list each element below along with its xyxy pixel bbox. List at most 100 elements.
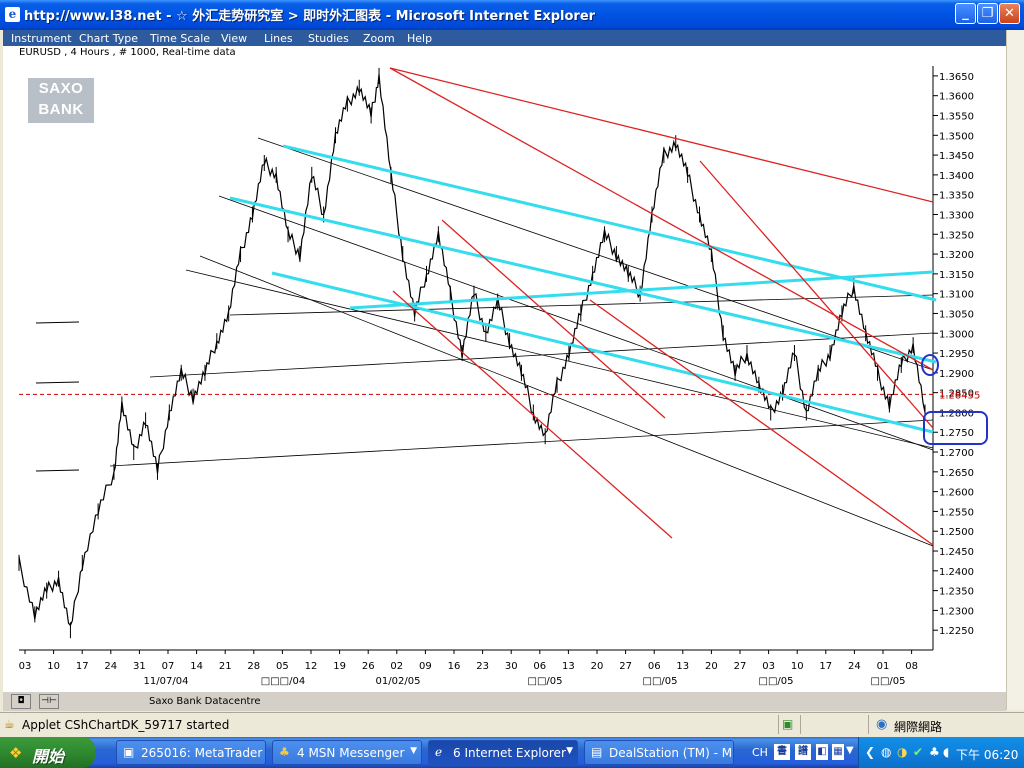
speaker-icon[interactable]: ◖: [943, 745, 949, 759]
y-tick-label: 1.3600: [939, 92, 974, 103]
footer-label: Saxo Bank Datacentre: [149, 696, 261, 707]
red-trend-line: [699, 160, 934, 429]
ime-punct-icon[interactable]: ▦: [832, 744, 844, 760]
msn-icon: ♣: [279, 745, 290, 759]
x-tick-label: 13: [562, 661, 575, 672]
red-trend-line: [441, 219, 666, 419]
x-tick-label: 19: [333, 661, 346, 672]
y-tick-label: 1.3050: [939, 309, 974, 320]
x-tick-label: 09: [419, 661, 432, 672]
task-msn-messenger[interactable]: ♣ 4 MSN Messenger ▼: [272, 740, 422, 765]
x-tick-label: 03: [19, 661, 32, 672]
cyan-channel-line: [271, 271, 934, 434]
y-tick-label: 1.2800: [939, 408, 974, 419]
cyan-channel-line: [349, 270, 934, 310]
y-tick-label: 1.2550: [939, 507, 974, 518]
footer-button-1[interactable]: ◘: [11, 694, 31, 709]
x-tick-label: 27: [619, 661, 632, 672]
start-button[interactable]: ❖ 開始: [0, 737, 95, 768]
x-tick-label: 23: [476, 661, 489, 672]
trend-line: [109, 419, 934, 467]
y-tick-label: 1.3500: [939, 131, 974, 142]
y-tick-label: 1.3400: [939, 171, 974, 182]
reference-line: [35, 321, 80, 324]
y-tick-label: 1.2500: [939, 527, 974, 538]
network-icon[interactable]: ◍: [881, 745, 891, 759]
x-tick-label: 16: [448, 661, 461, 672]
price-series: [18, 74, 926, 627]
y-tick-label: 1.3000: [939, 329, 974, 340]
x-month-label: 11/07/04: [144, 676, 189, 687]
x-tick-label: 05: [276, 661, 289, 672]
cyan-channel-line: [229, 196, 937, 364]
y-tick-label: 1.2300: [939, 606, 974, 617]
x-tick-label: 10: [791, 661, 804, 672]
status-divider: [800, 715, 801, 734]
task-internet-explorer[interactable]: ℯ 6 Internet Explorer ▼: [428, 740, 578, 765]
status-divider: [778, 715, 779, 734]
y-tick-label: 1.3250: [939, 230, 974, 241]
y-tick-label: 1.2650: [939, 468, 974, 479]
x-tick-label: 06: [648, 661, 661, 672]
x-month-label: □□/05: [528, 676, 563, 687]
x-tick-label: 08: [905, 661, 918, 672]
shield-icon[interactable]: ✔: [913, 745, 923, 759]
y-tick-label: 1.3450: [939, 151, 974, 162]
messenger-tray-icon[interactable]: ♣: [929, 745, 940, 759]
x-month-label: □□/05: [759, 676, 794, 687]
task-metatrader[interactable]: ▣ 265016: MetaTrader - ...: [116, 740, 266, 765]
task-label: 265016: MetaTrader - ...: [141, 746, 265, 760]
security-zone: 網際網路: [894, 720, 943, 734]
x-month-label: 01/02/05: [376, 676, 421, 687]
trend-line: [218, 195, 934, 451]
y-tick-label: 1.3200: [939, 250, 974, 261]
status-text: Applet CShChartDK_59717 started: [22, 718, 230, 732]
chevron-down-icon[interactable]: ▼: [846, 745, 854, 756]
status-bar: ☕ Applet CShChartDK_59717 started ▣ ◉ 網際…: [0, 712, 1024, 736]
y-tick-label: 1.2400: [939, 567, 974, 578]
ime-mode-icon[interactable]: 譜: [795, 744, 811, 760]
x-tick-label: 17: [76, 661, 89, 672]
trend-line: [149, 332, 934, 378]
x-tick-label: 20: [591, 661, 604, 672]
volume-icon[interactable]: ◑: [897, 745, 907, 759]
x-tick-label: 26: [362, 661, 375, 672]
start-label: 開始: [32, 747, 65, 766]
dealstation-icon: ▤: [591, 745, 603, 759]
x-tick-label: 31: [133, 661, 146, 672]
page-load-icon: ▣: [782, 717, 794, 731]
ime-half-icon[interactable]: ◧: [816, 744, 828, 760]
x-tick-label: 14: [190, 661, 203, 672]
clock: 下午 06:20: [956, 748, 1019, 762]
task-dealstation[interactable]: ▤ DealStation (TM) - M...: [584, 740, 734, 765]
x-month-label: □□□/04: [261, 676, 305, 687]
price-chart[interactable]: 1.3650 1.3600 1.3550 1.3500 1.3450 1.3400 1.33…: [0, 0, 1024, 700]
y-tick-label: 1.3550: [939, 111, 974, 122]
x-tick-label: 10: [47, 661, 60, 672]
x-tick-label: 27: [734, 661, 747, 672]
x-tick-label: 02: [390, 661, 403, 672]
chart-footer: ◘ ⊣⊢ Saxo Bank Datacentre: [3, 691, 1006, 711]
taskbar: ❖ 開始 ▣ 265016: MetaTrader - ... ♣ 4 MSN …: [0, 737, 1024, 768]
y-tick-label: 1.2750: [939, 428, 974, 439]
language-indicator[interactable]: CH: [752, 746, 768, 759]
x-tick-label: 06: [533, 661, 546, 672]
x-month-label: □□/05: [871, 676, 906, 687]
y-tick-label: 1.2700: [939, 448, 974, 459]
tray-arrow-icon[interactable]: ❮: [865, 745, 875, 759]
y-tick-label: 1.3350: [939, 191, 974, 202]
chevron-down-icon: ▼: [566, 746, 573, 756]
status-divider: [868, 715, 869, 734]
x-tick-label: 07: [162, 661, 175, 672]
y-tick-label: 1.3300: [939, 210, 974, 221]
footer-button-2[interactable]: ⊣⊢: [39, 694, 59, 709]
x-tick-label: 30: [505, 661, 518, 672]
trend-line: [257, 137, 934, 371]
ime-icon[interactable]: 書: [774, 744, 790, 760]
x-tick-label: 21: [219, 661, 232, 672]
reference-line: [35, 381, 80, 384]
y-tick-label: 1.3100: [939, 290, 974, 301]
x-tick-label: 17: [819, 661, 832, 672]
chevron-down-icon: ▼: [410, 746, 417, 756]
reference-line: [35, 469, 80, 472]
